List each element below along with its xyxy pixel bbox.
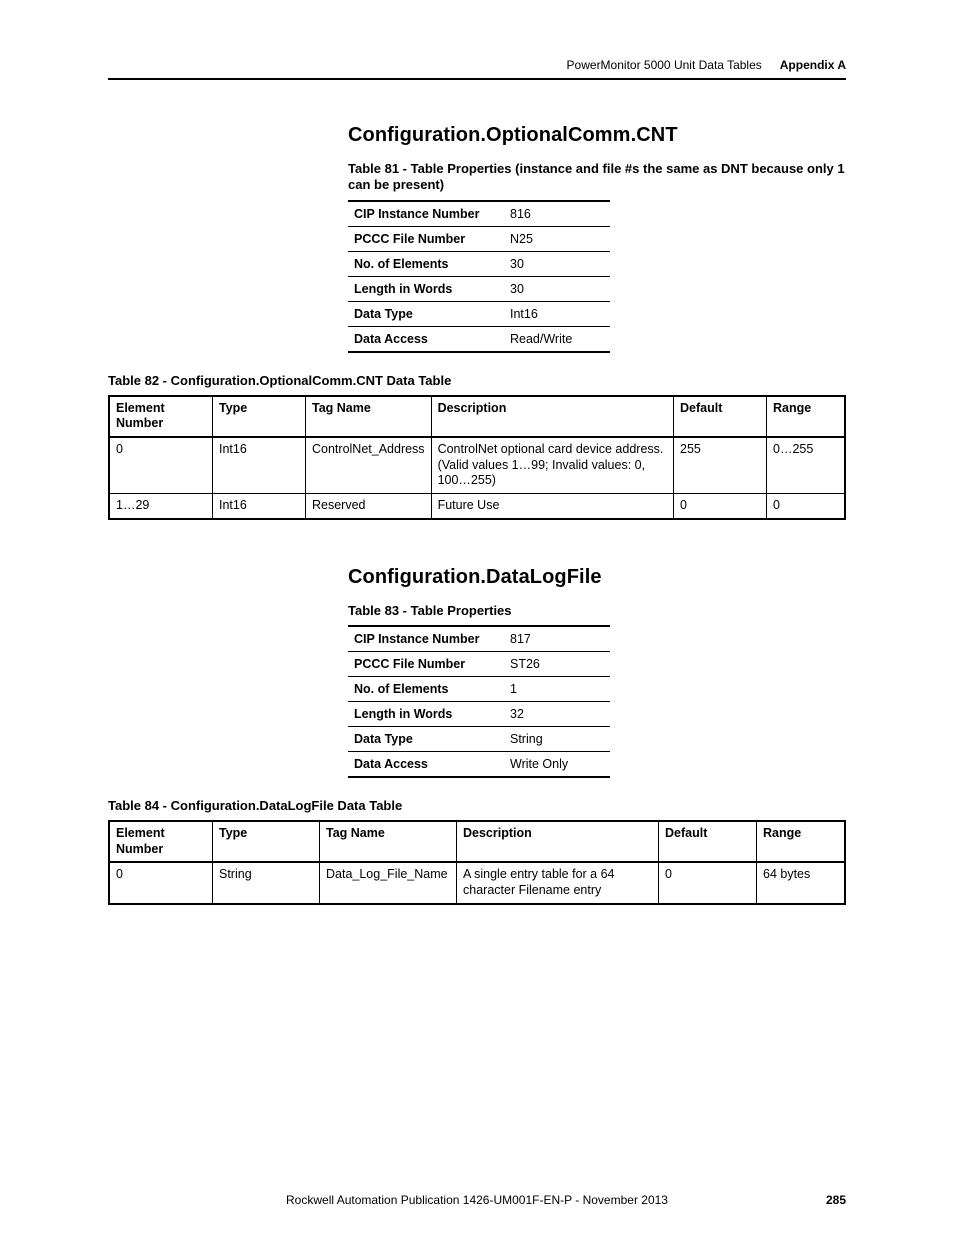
props-label: Length in Words xyxy=(348,276,504,301)
props-row: Data Access Write Only xyxy=(348,751,610,777)
props-row: No. of Elements 30 xyxy=(348,251,610,276)
page: PowerMonitor 5000 Unit Data Tables Appen… xyxy=(0,0,954,1235)
props-value: 32 xyxy=(504,701,610,726)
props-value: 30 xyxy=(504,276,610,301)
props-row: PCCC File Number ST26 xyxy=(348,651,610,676)
props-label: CIP Instance Number xyxy=(348,626,504,652)
props-row: Data Type Int16 xyxy=(348,301,610,326)
props-label: Data Access xyxy=(348,326,504,352)
running-head-appendix: Appendix A xyxy=(780,58,846,72)
col-element-number: Element Number xyxy=(109,396,213,437)
cell-def: 0 xyxy=(659,862,757,903)
publication-line: Rockwell Automation Publication 1426-UM0… xyxy=(0,1193,954,1207)
cell-desc: A single entry table for a 64 character … xyxy=(457,862,659,903)
col-default: Default xyxy=(674,396,767,437)
cell-elem: 1…29 xyxy=(109,493,213,518)
props-value: 816 xyxy=(504,201,610,227)
props-row: Data Type String xyxy=(348,726,610,751)
col-default: Default xyxy=(659,821,757,862)
cell-type: Int16 xyxy=(213,437,306,493)
props-label: PCCC File Number xyxy=(348,651,504,676)
col-type: Type xyxy=(213,396,306,437)
cell-range: 0…255 xyxy=(767,437,846,493)
table-row: 0 String Data_Log_File_Name A single ent… xyxy=(109,862,845,903)
section-datalogfile: Configuration.DataLogFile Table 83 - Tab… xyxy=(348,566,846,778)
props-label: Data Type xyxy=(348,301,504,326)
props-row: PCCC File Number N25 xyxy=(348,226,610,251)
page-number: 285 xyxy=(826,1193,846,1207)
cell-def: 255 xyxy=(674,437,767,493)
props-label: Data Type xyxy=(348,726,504,751)
table-81-caption: Table 81 - Table Properties (instance an… xyxy=(348,161,846,194)
table-row: 0 Int16 ControlNet_Address ControlNet op… xyxy=(109,437,845,493)
props-value: String xyxy=(504,726,610,751)
table-83-properties: CIP Instance Number 817 PCCC File Number… xyxy=(348,625,610,778)
props-label: Length in Words xyxy=(348,701,504,726)
table-83-caption: Table 83 - Table Properties xyxy=(348,603,846,619)
table-header-row: Element Number Type Tag Name Description… xyxy=(109,396,845,437)
props-row: Length in Words 30 xyxy=(348,276,610,301)
section-title: Configuration.OptionalComm.CNT xyxy=(348,124,846,147)
cell-def: 0 xyxy=(674,493,767,518)
props-row: No. of Elements 1 xyxy=(348,676,610,701)
props-value: 1 xyxy=(504,676,610,701)
props-label: PCCC File Number xyxy=(348,226,504,251)
cell-tag: ControlNet_Address xyxy=(306,437,432,493)
props-label: No. of Elements xyxy=(348,676,504,701)
cell-type: String xyxy=(213,862,320,903)
cell-desc: Future Use xyxy=(431,493,673,518)
cell-range: 64 bytes xyxy=(757,862,846,903)
col-range: Range xyxy=(757,821,846,862)
cell-desc: ControlNet optional card device address.… xyxy=(431,437,673,493)
cell-elem: 0 xyxy=(109,862,213,903)
col-description: Description xyxy=(431,396,673,437)
table-82-caption: Table 82 - Configuration.OptionalComm.CN… xyxy=(108,373,846,389)
props-value: 30 xyxy=(504,251,610,276)
props-value: Int16 xyxy=(504,301,610,326)
running-head: PowerMonitor 5000 Unit Data Tables Appen… xyxy=(108,58,846,80)
table-84-caption: Table 84 - Configuration.DataLogFile Dat… xyxy=(108,798,846,814)
table-row: 1…29 Int16 Reserved Future Use 0 0 xyxy=(109,493,845,518)
cell-tag: Reserved xyxy=(306,493,432,518)
cell-range: 0 xyxy=(767,493,846,518)
col-description: Description xyxy=(457,821,659,862)
props-value: Write Only xyxy=(504,751,610,777)
props-label: Data Access xyxy=(348,751,504,777)
cell-tag: Data_Log_File_Name xyxy=(320,862,457,903)
running-head-title: PowerMonitor 5000 Unit Data Tables xyxy=(567,58,762,72)
col-tag-name: Tag Name xyxy=(320,821,457,862)
props-row: Length in Words 32 xyxy=(348,701,610,726)
col-type: Type xyxy=(213,821,320,862)
section-optionalcomm-cnt: Configuration.OptionalComm.CNT Table 81 … xyxy=(348,124,846,353)
props-row: CIP Instance Number 816 xyxy=(348,201,610,227)
cell-type: Int16 xyxy=(213,493,306,518)
cell-elem: 0 xyxy=(109,437,213,493)
col-range: Range xyxy=(767,396,846,437)
props-row: CIP Instance Number 817 xyxy=(348,626,610,652)
props-label: No. of Elements xyxy=(348,251,504,276)
col-tag-name: Tag Name xyxy=(306,396,432,437)
props-row: Data Access Read/Write xyxy=(348,326,610,352)
table-84-data: Element Number Type Tag Name Description… xyxy=(108,820,846,905)
props-label: CIP Instance Number xyxy=(348,201,504,227)
table-82-data: Element Number Type Tag Name Description… xyxy=(108,395,846,520)
table-header-row: Element Number Type Tag Name Description… xyxy=(109,821,845,862)
section-title: Configuration.DataLogFile xyxy=(348,566,846,589)
props-value: Read/Write xyxy=(504,326,610,352)
col-element-number: Element Number xyxy=(109,821,213,862)
props-value: N25 xyxy=(504,226,610,251)
table-81-properties: CIP Instance Number 816 PCCC File Number… xyxy=(348,200,610,353)
props-value: 817 xyxy=(504,626,610,652)
props-value: ST26 xyxy=(504,651,610,676)
